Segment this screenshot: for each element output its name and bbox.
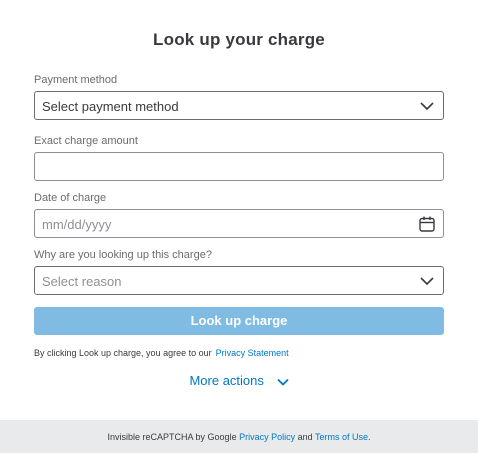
payment-method-select[interactable]: Select payment method xyxy=(34,91,444,120)
amount-label: Exact charge amount xyxy=(34,135,138,147)
payment-method-value: Select payment method xyxy=(42,99,179,114)
more-actions-button[interactable]: More actions xyxy=(0,373,478,388)
more-actions-label: More actions xyxy=(189,373,264,388)
terms-of-use-link[interactable]: Terms of Use xyxy=(315,432,368,442)
payment-method-label: Payment method xyxy=(34,74,118,86)
footer-and: and xyxy=(295,432,315,442)
look-up-charge-button[interactable]: Look up charge xyxy=(34,307,444,335)
reason-label: Why are you looking up this charge? xyxy=(34,249,212,261)
amount-input[interactable] xyxy=(34,152,444,181)
date-input[interactable]: mm/dd/yyyy xyxy=(34,209,444,238)
date-placeholder: mm/dd/yyyy xyxy=(42,217,112,232)
reason-select[interactable]: Select reason xyxy=(34,266,444,295)
consent-text-body: By clicking Look up charge, you agree to… xyxy=(34,348,212,358)
reason-placeholder: Select reason xyxy=(42,274,122,289)
privacy-policy-link[interactable]: Privacy Policy xyxy=(239,432,295,442)
page-title: Look up your charge xyxy=(153,30,325,49)
chevron-down-icon xyxy=(420,102,434,111)
consent-text: By clicking Look up charge, you agree to… xyxy=(34,348,289,358)
recaptcha-footer: Invisible reCAPTCHA by Google Privacy Po… xyxy=(0,420,478,453)
footer-prefix: Invisible reCAPTCHA by Google xyxy=(107,432,240,442)
calendar-icon[interactable] xyxy=(419,216,435,232)
date-label: Date of charge xyxy=(34,192,107,204)
chevron-down-icon xyxy=(276,378,289,386)
privacy-statement-link[interactable]: Privacy Statement xyxy=(216,348,289,358)
footer-suffix: . xyxy=(367,432,371,442)
chevron-down-icon xyxy=(420,277,434,286)
